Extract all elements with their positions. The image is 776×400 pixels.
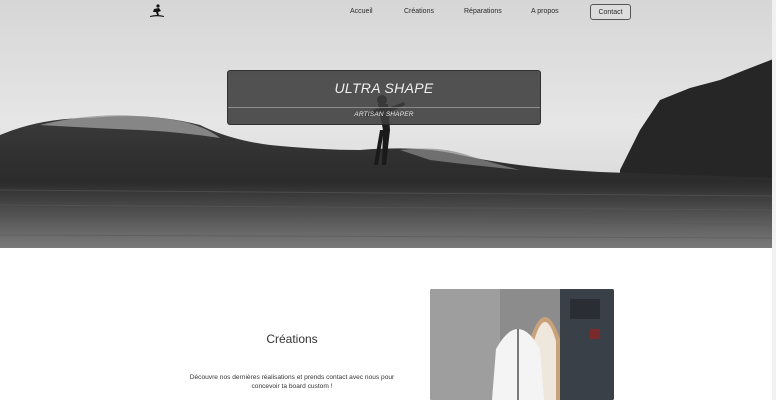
contact-button[interactable]: Contact <box>590 4 631 20</box>
section-description: Découvre nos dernières réalisations et p… <box>189 374 395 390</box>
surfer-icon[interactable] <box>149 3 165 19</box>
nav-link-creations[interactable]: Créations <box>404 8 434 15</box>
hero-banner: Accueil Créations Réparations A propos C… <box>0 0 776 248</box>
divider <box>228 107 540 108</box>
hero-title: ULTRA SHAPE <box>334 80 434 96</box>
scrollbar[interactable] <box>772 0 776 400</box>
nav-link-a-propos[interactable]: A propos <box>531 8 559 15</box>
surfboards-photo <box>430 289 614 400</box>
section-title-creations: Créations <box>266 332 318 346</box>
hero-title-card: ULTRA SHAPE ARTISAN SHAPER <box>227 70 541 125</box>
top-nav: Accueil Créations Réparations A propos C… <box>0 0 776 26</box>
nav-link-accueil[interactable]: Accueil <box>350 8 373 15</box>
hero-subtitle: ARTISAN SHAPER <box>354 111 414 118</box>
nav-link-reparations[interactable]: Réparations <box>464 8 502 15</box>
